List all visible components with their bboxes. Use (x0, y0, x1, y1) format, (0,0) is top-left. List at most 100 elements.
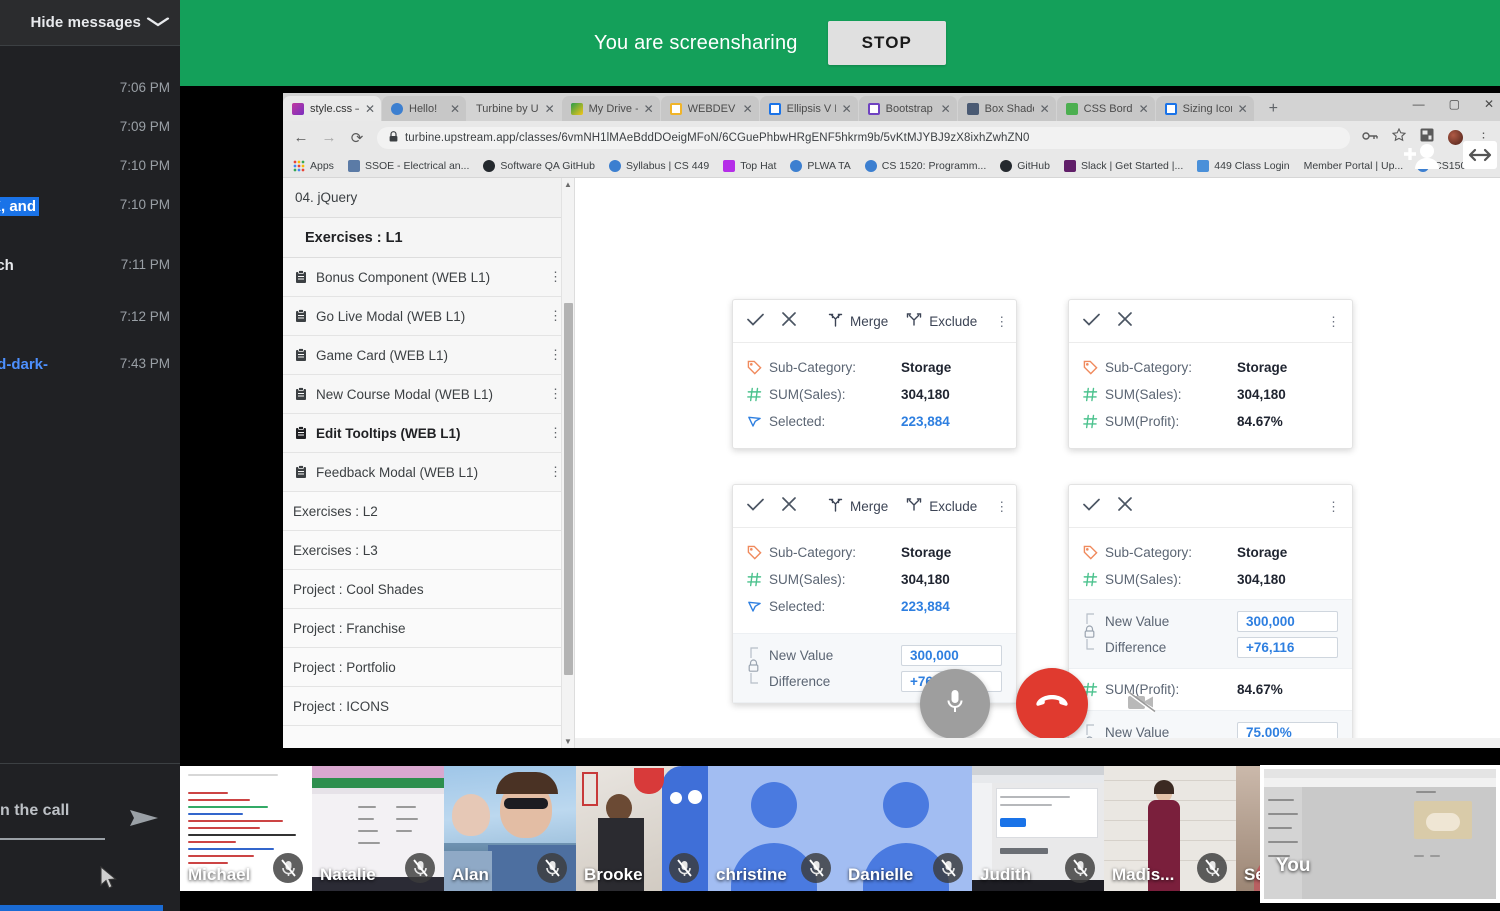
browser-tab[interactable]: Turbine by U ✕ (467, 96, 561, 121)
minimize-icon[interactable]: — (1413, 97, 1425, 111)
caret-down-icon[interactable]: ▼ (564, 737, 572, 746)
browser-tab[interactable]: Hello! ✕ (382, 96, 466, 121)
section-item[interactable]: Project : Cool Shades (283, 570, 574, 609)
close-icon[interactable] (782, 311, 796, 331)
mute-microphone-button[interactable] (919, 669, 990, 739)
chat-panel-header[interactable]: Hide messages (0, 0, 180, 46)
section-item[interactable]: Exercises : L3 (283, 531, 574, 570)
tooltip-card[interactable]: Merge Exclude ⋮ Sub-Category: Storage SU… (732, 299, 1017, 449)
exclude-button[interactable]: Exclude (906, 497, 977, 515)
page-horizontal-scrollbar[interactable] (575, 738, 1500, 748)
forward-icon[interactable]: → (321, 129, 337, 146)
lesson-item[interactable]: Feedback Modal (WEB L1) ⋮ (283, 453, 574, 492)
lesson-item-active[interactable]: Edit Tooltips (WEB L1) ⋮ (283, 414, 574, 453)
tooltip-card[interactable]: ⋮ Sub-Category: Storage SUM(Sales): 304,… (1068, 299, 1353, 449)
browser-tab[interactable]: Ellipsis V Ico ✕ (759, 96, 858, 121)
bookmark-item[interactable]: SSOE - Electrical an... (347, 159, 469, 172)
lesson-item[interactable]: Game Card (WEB L1) ⋮ (283, 336, 574, 375)
bookmark-item[interactable]: Software QA GitHub (483, 159, 595, 172)
browser-tab[interactable]: Sizing Icons ✕ (1155, 96, 1254, 121)
close-icon[interactable]: ✕ (743, 103, 753, 115)
new-value-input[interactable]: 300,000 (901, 644, 1002, 666)
participant-tile[interactable]: Natalie (312, 766, 444, 891)
participant-tile[interactable]: Michael (180, 766, 312, 891)
send-icon[interactable] (128, 806, 162, 835)
section-item[interactable]: Project : Portfolio (283, 648, 574, 687)
close-icon[interactable]: ✕ (842, 103, 852, 115)
stop-sharing-button[interactable]: STOP (827, 21, 946, 65)
section-item[interactable]: Project : ICONS (283, 687, 574, 726)
bookmark-item[interactable]: Apps (293, 159, 334, 172)
close-icon[interactable]: ✕ (1238, 103, 1248, 115)
section-item[interactable]: Exercises : L2 (283, 492, 574, 531)
bookmark-item[interactable]: Member Portal | Up... (1304, 160, 1404, 172)
participant-tile[interactable]: Alan (444, 766, 576, 891)
scrollbar-thumb[interactable] (564, 303, 573, 675)
kebab-menu-icon[interactable]: ⋮ (1327, 500, 1340, 513)
participant-tile[interactable]: Madis... (1104, 766, 1236, 891)
merge-button[interactable]: Merge (828, 312, 888, 330)
caret-up-icon[interactable]: ▲ (564, 180, 572, 189)
chat-input[interactable]: n the call (0, 802, 69, 820)
participant-tile[interactable]: Brooke (576, 766, 708, 891)
difference-input[interactable]: +76,116 (1237, 636, 1338, 658)
bookmark-item[interactable]: CS 1520: Programm... (864, 159, 986, 172)
close-window-icon[interactable]: ✕ (1484, 97, 1494, 111)
chat-message-link[interactable]: nd-dark- (0, 356, 48, 373)
resize-handle-icon[interactable] (1462, 140, 1498, 175)
sidebar-scrollbar[interactable]: ▲ ▼ (561, 178, 574, 748)
bookmark-item[interactable]: 449 Class Login (1197, 159, 1290, 172)
bookmark-item[interactable]: Top Hat (723, 159, 776, 172)
browser-tab[interactable]: CSS Borders ✕ (1056, 96, 1155, 121)
close-icon[interactable]: ✕ (1040, 103, 1050, 115)
profile-avatar[interactable] (1448, 130, 1463, 145)
close-icon[interactable]: ✕ (365, 103, 375, 115)
participant-tile[interactable]: christine (708, 766, 840, 891)
participant-tile[interactable]: Danielle (840, 766, 972, 891)
kebab-menu-icon[interactable]: ⋮ (995, 315, 1008, 328)
exclude-button[interactable]: Exclude (906, 312, 977, 330)
back-icon[interactable]: ← (293, 129, 309, 146)
hangup-button[interactable] (1015, 668, 1088, 740)
bookmark-item[interactable]: PLWA TA (790, 159, 851, 172)
chevron-down-icon[interactable] (146, 15, 170, 30)
bookmark-item[interactable]: GitHub (1000, 159, 1050, 172)
lesson-item[interactable]: New Course Modal (WEB L1) ⋮ (283, 375, 574, 414)
close-icon[interactable] (782, 496, 796, 516)
close-icon[interactable]: ✕ (941, 103, 951, 115)
address-bar[interactable]: turbine.upstream.app/classes/6vmNH1lMAeB… (377, 126, 1350, 149)
close-icon[interactable]: ✕ (450, 103, 460, 115)
close-icon[interactable] (1118, 311, 1132, 331)
bookmark-item[interactable]: Slack | Get Started |... (1063, 159, 1183, 172)
check-icon[interactable] (1083, 496, 1100, 516)
close-icon[interactable]: ✕ (644, 103, 654, 115)
browser-tab[interactable]: Bootstrap - ✕ (858, 96, 957, 121)
reload-icon[interactable]: ⟳ (349, 129, 365, 147)
browser-tab[interactable]: WEBDEV 2- ✕ (660, 96, 759, 121)
check-icon[interactable] (747, 496, 764, 516)
close-icon[interactable] (1118, 496, 1132, 516)
close-icon[interactable]: ✕ (545, 103, 555, 115)
course-section-label[interactable]: 04. jQuery (283, 178, 574, 218)
lesson-item[interactable]: Go Live Modal (WEB L1) ⋮ (283, 297, 574, 336)
camera-off-icon[interactable] (1125, 690, 1156, 719)
key-icon[interactable] (1362, 129, 1378, 147)
close-icon[interactable]: ✕ (1139, 103, 1149, 115)
maximize-icon[interactable]: ▢ (1449, 97, 1460, 111)
new-value-input[interactable]: 300,000 (1237, 610, 1338, 632)
browser-tab[interactable]: My Drive - D ✕ (561, 96, 660, 121)
check-icon[interactable] (747, 311, 764, 331)
bookmark-item[interactable]: Syllabus | CS 449 (608, 159, 709, 172)
merge-button[interactable]: Merge (828, 497, 888, 515)
new-tab-button[interactable]: + (1261, 100, 1286, 118)
browser-tab[interactable]: Box Shadow ✕ (957, 96, 1056, 121)
participant-tile-self[interactable]: You (1260, 765, 1500, 903)
check-icon[interactable] (1083, 311, 1100, 331)
section-item[interactable]: Project : Franchise (283, 609, 574, 648)
kebab-menu-icon[interactable]: ⋮ (995, 500, 1008, 513)
participant-tile[interactable]: Judith (972, 766, 1104, 891)
browser-tab[interactable]: style.css – w ✕ (283, 96, 381, 121)
lesson-item[interactable]: Bonus Component (WEB L1) ⋮ (283, 258, 574, 297)
breadcrumb[interactable]: Exercises : L1 (283, 218, 574, 258)
kebab-menu-icon[interactable]: ⋮ (1327, 315, 1340, 328)
